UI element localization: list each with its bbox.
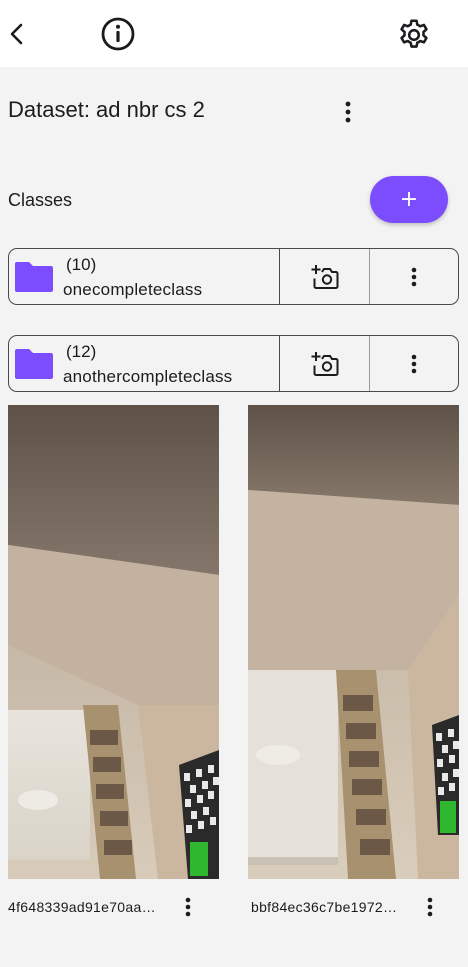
image-menu-button[interactable] — [418, 892, 442, 922]
class-open-button[interactable]: (12) anothercompleteclass — [9, 336, 280, 391]
dataset-title: Dataset: ad nbr cs 2 — [8, 97, 205, 122]
class-card: (10) onecompleteclass — [8, 248, 459, 305]
more-vert-icon — [345, 101, 351, 123]
image-menu-button[interactable] — [176, 892, 200, 922]
class-card: (12) anothercompleteclass — [8, 335, 459, 392]
image-filename: 4f648339ad91e70aa… — [8, 899, 156, 915]
info-icon — [101, 17, 135, 51]
add-photo-button[interactable] — [280, 249, 370, 304]
add-photo-camera-icon — [311, 351, 338, 376]
class-open-button[interactable]: (10) onecompleteclass — [9, 249, 280, 304]
classes-label: Classes — [8, 190, 73, 210]
gear-icon — [400, 19, 428, 48]
room-photo — [248, 405, 459, 879]
app-bar — [0, 0, 468, 67]
add-class-button-label: + — [399, 186, 419, 212]
more-vert-icon — [185, 897, 191, 917]
room-photo — [8, 405, 219, 879]
class-menu-button[interactable] — [370, 249, 458, 304]
more-vert-icon — [411, 354, 417, 373]
add-photo-camera-icon — [311, 264, 338, 289]
info-button[interactable] — [96, 12, 140, 56]
dataset-menu-button[interactable] — [333, 95, 363, 129]
image-filename: bbf84ec36c7be1972… — [251, 899, 398, 915]
folder-icon — [15, 262, 53, 292]
class-count: (12) — [66, 342, 97, 361]
class-menu-button[interactable] — [370, 336, 458, 391]
image-thumbnail[interactable] — [8, 405, 219, 879]
image-thumbnail[interactable] — [248, 405, 459, 879]
settings-button[interactable] — [391, 12, 437, 58]
class-name: anothercompleteclass — [63, 367, 233, 386]
class-count: (10) — [66, 255, 97, 274]
add-photo-button[interactable] — [280, 336, 370, 391]
add-class-button[interactable]: + — [370, 176, 448, 223]
more-vert-icon — [411, 267, 417, 286]
folder-icon — [15, 349, 53, 379]
arrow-back-icon — [10, 23, 23, 45]
more-vert-icon — [427, 897, 433, 917]
back-button[interactable] — [0, 10, 36, 58]
class-name: onecompleteclass — [63, 280, 203, 299]
